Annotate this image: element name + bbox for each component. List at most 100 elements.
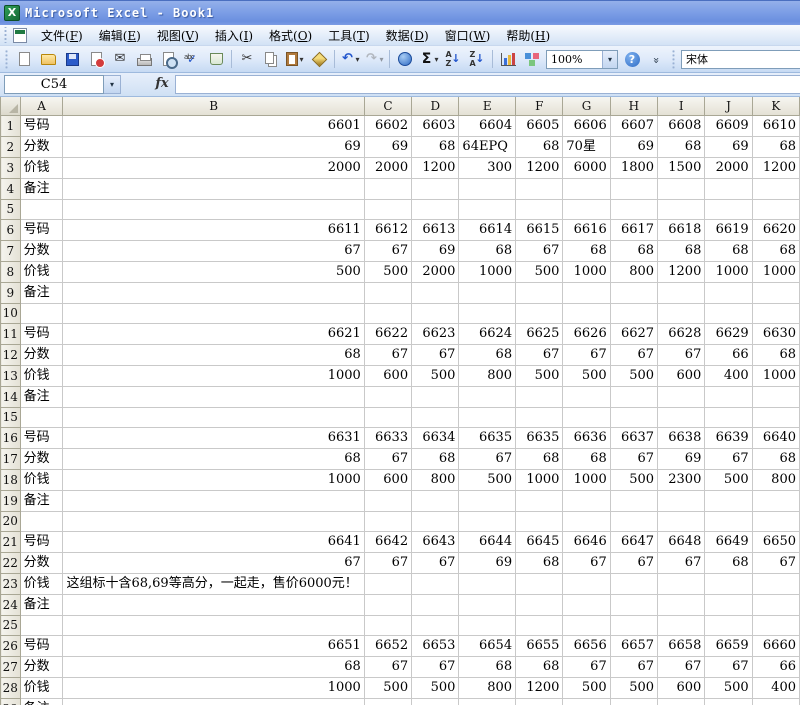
menu-item-edit[interactable]: 编辑(E) [91, 25, 149, 46]
cell-a13[interactable]: 价钱 [20, 365, 63, 386]
cell-j9[interactable] [705, 282, 752, 303]
cell-e3[interactable]: 300 [459, 157, 516, 178]
cell-e9[interactable] [459, 282, 516, 303]
cell-h12[interactable]: 67 [610, 344, 657, 365]
cell-a11[interactable]: 号码 [20, 323, 63, 344]
cell-j15[interactable] [705, 407, 752, 427]
cell-d13[interactable]: 500 [412, 365, 459, 386]
cell-k22[interactable]: 67 [752, 552, 799, 573]
cell-k18[interactable]: 800 [752, 469, 799, 490]
menu-item-insert[interactable]: 插入(I) [207, 25, 261, 46]
cell-g7[interactable]: 68 [563, 240, 610, 261]
cell-h19[interactable] [610, 490, 657, 511]
cell-b2[interactable]: 69 [63, 136, 364, 157]
cell-i4[interactable] [658, 178, 705, 199]
cell-c22[interactable]: 67 [364, 552, 411, 573]
format-painter-button[interactable] [307, 48, 331, 70]
cell-i15[interactable] [658, 407, 705, 427]
cell-b23[interactable]: 这组标十含68,69等高分，一起走，售价6000元！ [63, 573, 364, 594]
cell-h8[interactable]: 800 [610, 261, 657, 282]
cell-b4[interactable] [63, 178, 364, 199]
row-header-8[interactable]: 8 [1, 261, 21, 282]
cell-k21[interactable]: 6650 [752, 531, 799, 552]
cell-c18[interactable]: 600 [364, 469, 411, 490]
cell-h16[interactable]: 6637 [610, 427, 657, 448]
cell-h3[interactable]: 1800 [610, 157, 657, 178]
cell-e19[interactable] [459, 490, 516, 511]
cell-a24[interactable]: 备注 [20, 594, 63, 615]
cell-h6[interactable]: 6617 [610, 219, 657, 240]
cell-c6[interactable]: 6612 [364, 219, 411, 240]
cell-h28[interactable]: 500 [610, 677, 657, 698]
cell-f27[interactable]: 68 [516, 656, 563, 677]
row-header-28[interactable]: 28 [1, 677, 21, 698]
cell-d29[interactable] [412, 698, 459, 705]
cell-e15[interactable] [459, 407, 516, 427]
cell-g28[interactable]: 500 [563, 677, 610, 698]
cell-e11[interactable]: 6624 [459, 323, 516, 344]
cell-c15[interactable] [364, 407, 411, 427]
cell-b24[interactable] [63, 594, 364, 615]
help-button[interactable]: ? [620, 48, 644, 70]
cell-c16[interactable]: 6633 [364, 427, 411, 448]
cell-a10[interactable] [20, 303, 63, 323]
cell-g29[interactable] [563, 698, 610, 705]
cell-c20[interactable] [364, 511, 411, 531]
cell-h14[interactable] [610, 386, 657, 407]
cell-j22[interactable]: 68 [705, 552, 752, 573]
cell-e26[interactable]: 6654 [459, 635, 516, 656]
cell-c1[interactable]: 6602 [364, 115, 411, 136]
cell-d10[interactable] [412, 303, 459, 323]
zoom-dropdown-icon[interactable]: ▾ [602, 51, 617, 68]
cell-k19[interactable] [752, 490, 799, 511]
cell-i10[interactable] [658, 303, 705, 323]
toolbar-grip[interactable] [3, 27, 8, 43]
cell-i11[interactable]: 6628 [658, 323, 705, 344]
cell-h10[interactable] [610, 303, 657, 323]
print-button[interactable] [132, 48, 156, 70]
cell-f12[interactable]: 67 [516, 344, 563, 365]
cell-h2[interactable]: 69 [610, 136, 657, 157]
row-header-3[interactable]: 3 [1, 157, 21, 178]
cell-k4[interactable] [752, 178, 799, 199]
cell-d4[interactable] [412, 178, 459, 199]
cell-h4[interactable] [610, 178, 657, 199]
cell-g16[interactable]: 6636 [563, 427, 610, 448]
menu-item-help[interactable]: 帮助(H) [498, 25, 558, 46]
cell-j3[interactable]: 2000 [705, 157, 752, 178]
cell-k17[interactable]: 68 [752, 448, 799, 469]
cell-c27[interactable]: 67 [364, 656, 411, 677]
cell-j23[interactable] [705, 573, 752, 594]
copy-button[interactable] [259, 48, 283, 70]
cell-d18[interactable]: 800 [412, 469, 459, 490]
row-header-13[interactable]: 13 [1, 365, 21, 386]
cell-k26[interactable]: 6660 [752, 635, 799, 656]
toolbar-options-button[interactable]: » [644, 48, 668, 70]
permission-button[interactable] [84, 48, 108, 70]
cell-b12[interactable]: 68 [63, 344, 364, 365]
formula-input[interactable] [175, 75, 800, 94]
spelling-button[interactable]: ✓ [180, 48, 204, 70]
name-box[interactable]: C54 [4, 75, 104, 94]
cell-d26[interactable]: 6653 [412, 635, 459, 656]
print-preview-button[interactable] [156, 48, 180, 70]
row-header-18[interactable]: 18 [1, 469, 21, 490]
cell-e7[interactable]: 68 [459, 240, 516, 261]
cell-e14[interactable] [459, 386, 516, 407]
column-header-i[interactable]: I [658, 97, 705, 115]
cell-c9[interactable] [364, 282, 411, 303]
cell-f26[interactable]: 6655 [516, 635, 563, 656]
cell-f13[interactable]: 500 [516, 365, 563, 386]
menu-item-view[interactable]: 视图(V) [149, 25, 207, 46]
cell-i24[interactable] [658, 594, 705, 615]
cell-c14[interactable] [364, 386, 411, 407]
menu-item-file[interactable]: 文件(F) [33, 25, 91, 46]
toolbar-grip[interactable] [671, 49, 676, 70]
cell-b10[interactable] [63, 303, 364, 323]
cell-i1[interactable]: 6608 [658, 115, 705, 136]
select-all-button[interactable] [1, 97, 21, 115]
cell-j13[interactable]: 400 [705, 365, 752, 386]
cell-g13[interactable]: 500 [563, 365, 610, 386]
cell-i25[interactable] [658, 615, 705, 635]
row-header-6[interactable]: 6 [1, 219, 21, 240]
